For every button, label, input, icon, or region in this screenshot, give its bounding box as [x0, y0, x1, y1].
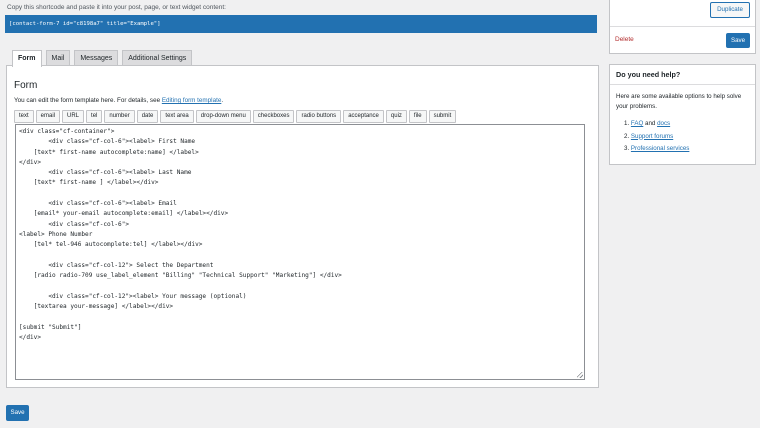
help-item-faq: 1. FAQ and docs: [624, 118, 689, 131]
tag-button-quiz[interactable]: quiz: [385, 110, 407, 123]
tab-mail[interactable]: Mail: [45, 50, 71, 66]
tag-button-file[interactable]: file: [408, 110, 427, 123]
editing-form-template-link[interactable]: Editing form template: [162, 97, 222, 104]
panel-title: Form: [14, 80, 38, 91]
panel-description-end: .: [221, 97, 224, 104]
help-item-number: 1.: [624, 120, 630, 127]
tag-button-drop-down-menu[interactable]: drop-down menu: [195, 110, 251, 123]
publish-box: Duplicate Delete Save: [609, 0, 756, 54]
faq-link[interactable]: FAQ: [631, 120, 643, 127]
sidebar-save-button[interactable]: Save: [726, 33, 750, 48]
tag-button-acceptance[interactable]: acceptance: [343, 110, 384, 123]
shortcode-field[interactable]: [contact-form-7 id="c8198a7" title="Exam…: [5, 15, 597, 33]
save-button[interactable]: Save: [6, 405, 29, 421]
panel-description: You can edit the form template here. For…: [14, 97, 223, 104]
form-template-code: <div class="cf-container"> <div class="c…: [19, 128, 342, 341]
tab-messages[interactable]: Messages: [74, 50, 119, 66]
publish-divider: [610, 26, 755, 27]
tag-button-text-area[interactable]: text area: [160, 110, 194, 123]
help-box: Do you need help? Here are some availabl…: [609, 64, 756, 165]
tag-button-number[interactable]: number: [104, 110, 135, 123]
tab-additional-settings[interactable]: Additional Settings: [122, 50, 193, 66]
help-links: 1. FAQ and docs 2. Support forums 3. Pro…: [624, 118, 689, 156]
professional-services-link[interactable]: Professional services: [631, 145, 689, 152]
form-template-editor[interactable]: <div class="cf-container"> <div class="c…: [15, 124, 585, 380]
delete-link[interactable]: Delete: [615, 36, 634, 43]
resize-handle[interactable]: [577, 372, 583, 378]
duplicate-button[interactable]: Duplicate: [710, 2, 750, 18]
shortcode-instructions: Copy this shortcode and paste it into yo…: [7, 4, 226, 11]
support-forums-link[interactable]: Support forums: [631, 133, 673, 140]
help-item-support: 2. Support forums: [624, 131, 689, 144]
tag-button-radio-buttons[interactable]: radio buttons: [296, 110, 342, 123]
tag-button-checkboxes[interactable]: checkboxes: [252, 110, 295, 123]
form-panel: Form You can edit the form template here…: [6, 65, 599, 388]
tab-form[interactable]: Form: [12, 50, 42, 67]
help-text: Here are some available options to help …: [616, 93, 742, 110]
help-item-and: and: [643, 120, 658, 127]
help-item-number: 2.: [624, 132, 630, 140]
tag-button-submit[interactable]: submit: [428, 110, 457, 123]
tag-button-text[interactable]: text: [14, 110, 34, 123]
help-item-number: 3.: [624, 145, 630, 152]
docs-link[interactable]: docs: [657, 120, 670, 127]
help-divider: [610, 84, 755, 85]
tag-button-date[interactable]: date: [136, 110, 159, 123]
tag-button-tel[interactable]: tel: [86, 110, 103, 123]
tag-generator-buttons: text email URL tel number date text area…: [14, 110, 457, 123]
tag-button-url[interactable]: URL: [62, 110, 85, 123]
tag-button-email[interactable]: email: [35, 110, 61, 123]
editor-tabs: Form Mail Messages Additional Settings: [12, 50, 193, 67]
help-item-professional: 3. Professional services: [624, 143, 689, 156]
panel-description-text: You can edit the form template here. For…: [14, 97, 162, 104]
help-title: Do you need help?: [616, 70, 681, 79]
